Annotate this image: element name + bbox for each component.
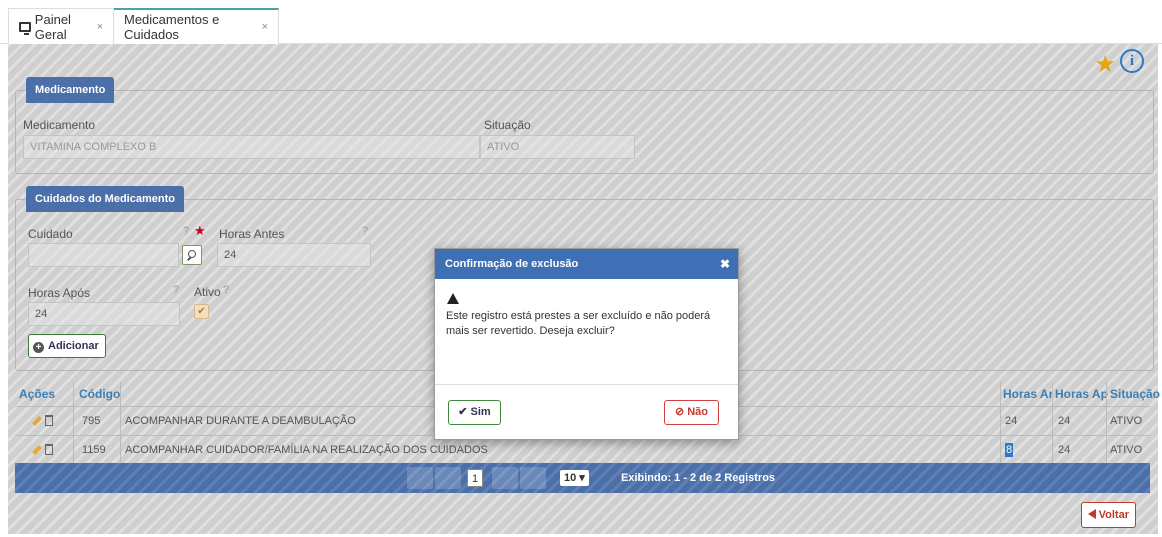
required-icon: ★: [194, 223, 206, 238]
cell-horas-apos: 24: [1058, 415, 1071, 427]
cell-descricao: ACOMPANHAR DURANTE A DEAMBULAÇÃO: [125, 415, 356, 427]
voltar-button[interactable]: Voltar: [1080, 502, 1136, 528]
column-divider: [1106, 382, 1107, 463]
cell-descricao: ACOMPANHAR CUIDADOR/FAMÍLIA NA REALIZAÇÃ…: [125, 444, 488, 456]
horas-apos-label: Horas Após: [28, 286, 91, 300]
cuidado-help-icon[interactable]: ?: [183, 225, 189, 237]
next-page-button[interactable]: [492, 467, 518, 489]
confirm-yes-button[interactable]: ✔ Sim: [448, 400, 501, 425]
dialog-title: Confirmação de exclusão: [445, 258, 579, 270]
tab-label: Medicamentos e Cuidados: [124, 12, 220, 42]
delete-icon[interactable]: [45, 444, 53, 455]
cuidado-input[interactable]: [28, 243, 179, 267]
medicamento-panel: [15, 90, 1154, 174]
situacao-field: ATIVO: [480, 135, 635, 159]
col-situacao[interactable]: Situação: [1110, 382, 1160, 406]
tab-bar: Painel Geral × Medicamentos e Cuidados ×: [0, 0, 1162, 44]
adicionar-button[interactable]: + Adicionar: [28, 334, 106, 358]
cuidado-label: Cuidado: [28, 227, 73, 241]
prev-page-button[interactable]: [435, 467, 461, 489]
column-divider: [1000, 382, 1001, 463]
col-horas-antes[interactable]: Horas Ant: [1003, 382, 1053, 406]
cell-horas-apos: 24: [1058, 444, 1071, 456]
pagination-bar: 1 10 ▾ Exibindo: 1 - 2 de 2 Registros: [15, 463, 1150, 493]
tab-label: Painel Geral: [34, 11, 71, 42]
delete-icon[interactable]: [45, 415, 53, 426]
horas-apos-input[interactable]: 24: [28, 302, 180, 326]
cell-codigo: 1159: [82, 444, 106, 456]
column-divider: [1052, 382, 1053, 463]
col-codigo[interactable]: Código: [79, 382, 120, 406]
cell-situacao: ATIVO: [1110, 444, 1143, 456]
column-divider: [73, 382, 74, 463]
dialog-header: Confirmação de exclusão ✖: [435, 249, 738, 279]
ativo-help-icon[interactable]: ?: [223, 284, 229, 296]
monitor-icon: [19, 21, 31, 35]
info-icon[interactable]: i: [1120, 49, 1144, 73]
current-page[interactable]: 1: [467, 469, 483, 487]
horas-apos-help-icon[interactable]: ?: [173, 284, 179, 296]
divider: [435, 384, 738, 385]
close-icon[interactable]: ✖: [720, 249, 730, 279]
cuidados-panel-title: Cuidados do Medicamento: [26, 186, 184, 212]
warning-icon: [447, 293, 459, 304]
cell-horas-antes: 24: [1005, 415, 1018, 427]
column-divider: [120, 382, 121, 463]
col-horas-apos[interactable]: Horas Apó: [1055, 382, 1108, 406]
tab-painel-geral[interactable]: Painel Geral ×: [8, 8, 114, 44]
confirm-delete-dialog: Confirmação de exclusão ✖ Este registro …: [434, 248, 739, 440]
last-page-button[interactable]: [520, 467, 546, 489]
star-icon[interactable]: ★: [1094, 50, 1116, 79]
horas-antes-help-icon[interactable]: ?: [362, 225, 368, 237]
confirm-no-button[interactable]: ⊘ Não: [664, 400, 719, 425]
edit-icon[interactable]: [32, 445, 42, 455]
first-page-button[interactable]: [407, 467, 433, 489]
back-icon: [1087, 509, 1096, 519]
situacao-label: Situação: [484, 118, 531, 132]
search-button[interactable]: [182, 245, 202, 265]
medicamento-panel-title: Medicamento: [26, 77, 115, 103]
col-acoes[interactable]: Ações: [19, 382, 55, 406]
voltar-label: Voltar: [1098, 509, 1129, 521]
cell-horas-antes: 8: [1005, 443, 1014, 457]
horas-antes-label: Horas Antes: [219, 227, 285, 241]
tab-medicamentos-cuidados[interactable]: Medicamentos e Cuidados ×: [114, 8, 279, 44]
ativo-label: Ativo: [194, 285, 221, 299]
edit-icon[interactable]: [32, 416, 42, 426]
pager-info: Exibindo: 1 - 2 de 2 Registros: [621, 472, 776, 484]
horas-antes-input[interactable]: 24: [217, 243, 371, 267]
plus-icon: +: [33, 342, 44, 353]
adicionar-label: Adicionar: [48, 340, 99, 352]
dialog-message: Este registro está prestes a ser excluíd…: [446, 310, 711, 337]
ativo-checkbox[interactable]: ✔: [194, 304, 209, 319]
medicamento-label: Medicamento: [23, 118, 96, 132]
cell-situacao: ATIVO: [1110, 415, 1143, 427]
medicamento-field: VITAMINA COMPLEXO B: [23, 135, 480, 159]
cell-codigo: 795: [82, 415, 101, 427]
close-icon[interactable]: ×: [97, 21, 103, 33]
page-size-select[interactable]: 10 ▾: [560, 470, 589, 486]
close-icon[interactable]: ×: [262, 21, 268, 33]
